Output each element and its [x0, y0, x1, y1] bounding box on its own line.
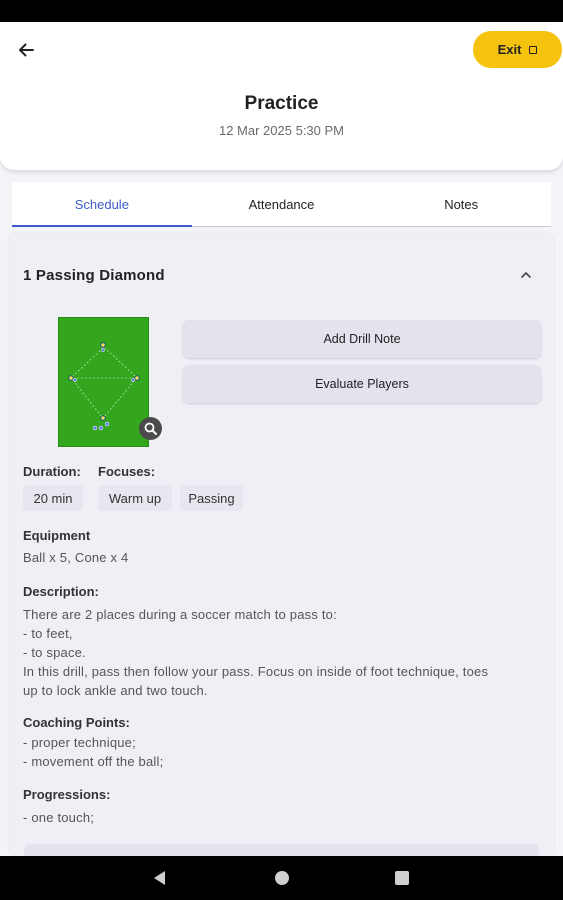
- magnifier-icon: [144, 422, 157, 435]
- tab-schedule[interactable]: Schedule: [12, 182, 192, 227]
- duration-chip: 20 min: [23, 485, 83, 511]
- session-header-card: Practice 12 Mar 2025 5:30 PM: [0, 77, 563, 170]
- duration-label: Duration:: [23, 464, 81, 479]
- drill-panel[interactable]: 1 Passing Diamond Add Drill Note Evaluat…: [9, 233, 554, 856]
- coaching-point: - movement off the ball;: [23, 754, 164, 769]
- tab-label: Schedule: [74, 196, 129, 212]
- page-title: Practice: [244, 93, 319, 114]
- description-line: up to lock ankle and two touch.: [23, 683, 208, 698]
- back-button[interactable]: [12, 36, 40, 64]
- description-line: - to feet,: [23, 626, 73, 641]
- coaching-points-label: Coaching Points:: [23, 715, 130, 730]
- progression-item: - one touch;: [23, 810, 95, 825]
- system-nav-bar: [0, 856, 563, 900]
- description-line: There are 2 places during a soccer match…: [23, 607, 337, 622]
- equipment-label: Equipment: [23, 528, 91, 543]
- tab-label: Attendance: [248, 196, 315, 212]
- arrow-left-icon: [19, 43, 34, 57]
- focus-chip: Passing: [180, 485, 243, 511]
- tab-notes[interactable]: Notes: [371, 182, 551, 226]
- exit-button[interactable]: Exit: [473, 31, 562, 68]
- square-recent-icon[interactable]: [395, 871, 409, 885]
- square-icon: [529, 45, 538, 54]
- add-drill-note-button[interactable]: Add Drill Note: [183, 320, 541, 358]
- drill-diagram-graphic: [68, 342, 140, 431]
- triangle-back-icon[interactable]: [154, 871, 165, 885]
- focuses-label: Focuses:: [98, 464, 156, 479]
- drill-title: 1 Passing Diamond: [23, 267, 165, 284]
- exit-button-label: Exit: [497, 42, 522, 57]
- description-label: Description:: [23, 584, 99, 599]
- drill-diagram[interactable]: [58, 317, 149, 447]
- description-line: - to space.: [23, 645, 86, 660]
- equipment-value: Ball x 5, Cone x 4: [23, 550, 129, 565]
- tab-attendance[interactable]: Attendance: [192, 182, 372, 226]
- session-datetime: 12 Mar 2025 5:30 PM: [218, 123, 345, 138]
- evaluate-players-button[interactable]: Evaluate Players: [183, 365, 541, 403]
- tab-bar: Schedule Attendance Notes: [12, 182, 551, 227]
- tab-label: Notes: [444, 196, 479, 212]
- focus-chip: Warm up: [98, 485, 172, 511]
- status-bar: [0, 0, 563, 22]
- zoom-button[interactable]: [139, 417, 162, 440]
- circle-home-icon[interactable]: [275, 871, 289, 885]
- description-line: In this drill, pass then follow your pas…: [23, 664, 489, 679]
- next-drill-card[interactable]: [24, 844, 539, 856]
- coaching-point: - proper technique;: [23, 735, 136, 750]
- chevron-up-icon[interactable]: [520, 269, 532, 281]
- app-header: Exit: [0, 22, 563, 77]
- progressions-label: Progressions:: [23, 787, 111, 802]
